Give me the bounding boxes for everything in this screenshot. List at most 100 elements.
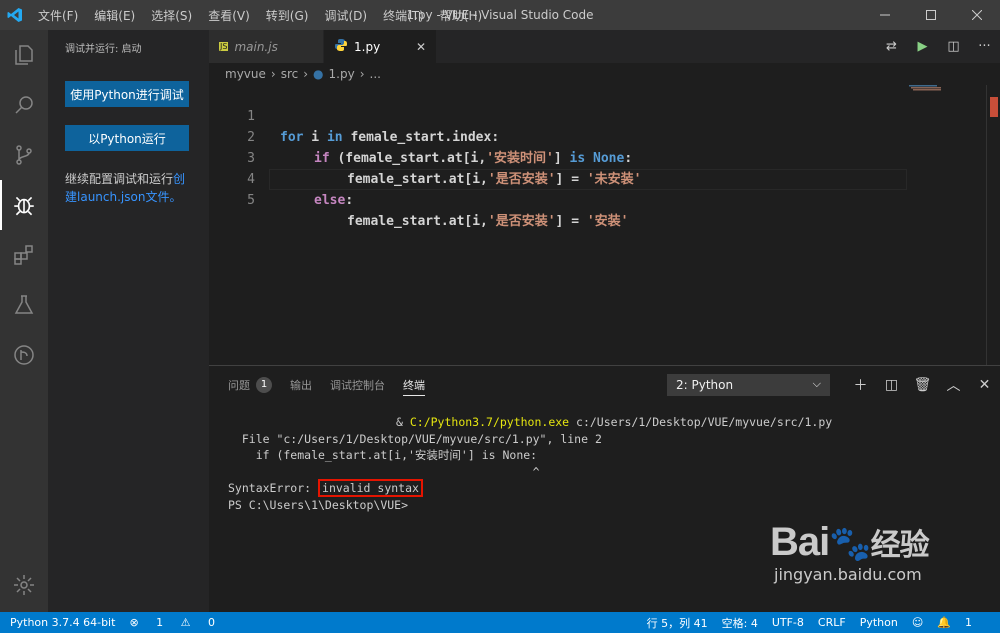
baidu-watermark: Bai🐾经验 jingyan.baidu.com	[770, 520, 985, 610]
line-number: 5	[247, 193, 255, 208]
close-tab-icon[interactable]: ✕	[416, 40, 426, 54]
chevron-right-icon: ›	[359, 67, 365, 81]
maximize-icon[interactable]	[908, 0, 954, 30]
activity-bar	[0, 30, 48, 612]
compare-changes-icon[interactable]: ⇄	[876, 39, 907, 54]
tab-output[interactable]: 输出	[290, 366, 312, 404]
editor-actions: ⇄ ▶ ◫ ···	[876, 30, 1000, 63]
create-launch-json-link-b[interactable]: 建launch.json文件。	[65, 190, 181, 204]
split-editor-icon[interactable]: ◫	[938, 39, 969, 54]
python-icon: ●	[313, 67, 324, 81]
tab-main-js[interactable]: JS main.js	[209, 30, 324, 63]
js-file-icon: JS	[219, 42, 229, 51]
terminal-select[interactable]: 2: Python ⌵	[667, 374, 830, 396]
scrollbar-error-marker	[990, 97, 998, 117]
split-terminal-icon[interactable]: ◫	[876, 377, 907, 393]
terminal-line: File "c:/Users/1/Desktop/VUE/myvue/src/1…	[228, 431, 602, 446]
python-icon	[334, 38, 348, 55]
new-terminal-icon[interactable]: ＋	[845, 375, 876, 395]
editor-scrollbar[interactable]	[986, 85, 1000, 365]
line-ending[interactable]: CRLF	[818, 616, 846, 629]
problems-status[interactable]: ⊗ 1 ⚠ 0	[129, 616, 229, 629]
notifications[interactable]: 🔔 1	[937, 616, 986, 629]
code-editor[interactable]: 1 for i in female_start.index: 2 if (fem…	[209, 85, 1000, 365]
terminal-prompt: PS C:\Users\1\Desktop\VUE>	[228, 497, 409, 512]
warning-icon: ⚠	[180, 616, 191, 629]
remote-icon[interactable]	[0, 330, 48, 380]
python-interpreter[interactable]: Python 3.7.4 64-bit	[10, 616, 115, 629]
code-line: 3 female_start.at[i,'是否安装'] = '未安装'	[209, 127, 1000, 187]
menu-selection[interactable]: 选择(S)	[143, 7, 200, 24]
sidebar-title: 调试并运行: 启动	[65, 44, 142, 55]
close-panel-icon[interactable]: ✕	[969, 377, 1000, 393]
more-actions-icon[interactable]: ···	[969, 39, 1000, 54]
error-highlight-box: invalid syntax	[318, 479, 423, 497]
chevron-right-icon: ›	[270, 67, 276, 81]
menu-go[interactable]: 转到(G)	[258, 7, 317, 24]
breadcrumb-item[interactable]: 1.py	[329, 67, 355, 81]
watermark-brand-cn: 经验	[870, 529, 930, 562]
close-window-icon[interactable]	[954, 0, 1000, 30]
breadcrumb-item[interactable]: src	[281, 67, 299, 81]
menu-bar: 文件(F) 编辑(E) 选择(S) 查看(V) 转到(G) 调试(D) 终端(T…	[30, 0, 490, 30]
terminal-line: if (female_start.at[i,'安装时间'] is None:	[228, 448, 538, 462]
minimize-icon[interactable]	[862, 0, 908, 30]
test-flask-icon[interactable]	[0, 280, 48, 330]
kill-terminal-icon[interactable]: 🗑	[907, 377, 938, 393]
encoding[interactable]: UTF-8	[772, 616, 804, 629]
chevron-right-icon: ›	[303, 67, 309, 81]
tab-terminal[interactable]: 终端	[403, 366, 425, 404]
explorer-icon[interactable]	[0, 30, 48, 80]
menu-edit[interactable]: 编辑(E)	[86, 7, 143, 24]
bell-icon: 🔔	[937, 616, 951, 629]
error-icon: ⊗	[129, 616, 139, 629]
debug-icon[interactable]	[0, 180, 48, 230]
create-launch-json-link-a[interactable]: 创	[173, 172, 185, 186]
menu-terminal[interactable]: 终端(T)	[375, 7, 432, 24]
breadcrumb-item[interactable]: ...	[370, 67, 381, 81]
tab-debug-console[interactable]: 调试控制台	[330, 366, 385, 404]
chevron-down-icon: ⌵	[812, 377, 821, 390]
run-file-icon[interactable]: ▶	[907, 39, 938, 54]
extensions-icon[interactable]	[0, 230, 48, 280]
terminal-line: ^	[228, 464, 540, 479]
debug-python-button[interactable]: 使用Python进行调试	[65, 81, 189, 107]
menu-view[interactable]: 查看(V)	[200, 7, 258, 24]
code-line: 4 else:	[209, 148, 1000, 208]
settings-gear-icon[interactable]	[0, 560, 48, 610]
code-line: 5 female_start.at[i,'是否安装'] = '安装'	[209, 169, 1000, 229]
paw-icon: 🐾	[829, 525, 871, 563]
breadcrumb-item[interactable]: myvue	[225, 67, 266, 81]
code-line: 2 if (female_start.at[i,'安装时间'] is None:	[209, 106, 1000, 166]
feedback-icon[interactable]: ☺	[912, 616, 923, 629]
panel-actions: ＋ ◫ 🗑 ︿ ✕	[845, 366, 1000, 404]
search-icon[interactable]	[0, 80, 48, 130]
menu-file[interactable]: 文件(F)	[30, 7, 86, 24]
code-line: 1 for i in female_start.index:	[209, 85, 1000, 145]
title-bar: 文件(F) 编辑(E) 选择(S) 查看(V) 转到(G) 调试(D) 终端(T…	[0, 0, 1000, 30]
indentation[interactable]: 空格: 4	[722, 615, 758, 631]
watermark-url: jingyan.baidu.com	[774, 565, 922, 584]
tab-label: main.js	[234, 39, 278, 54]
language-mode[interactable]: Python	[860, 616, 898, 629]
maximize-panel-icon[interactable]: ︿	[938, 375, 969, 395]
menu-help[interactable]: 帮助(H)	[432, 7, 490, 24]
terminal-output[interactable]: & C:/Python3.7/python.exe c:/Users/1/Des…	[228, 414, 988, 513]
terminal-command-line: & C:/Python3.7/python.exe c:/Users/1/Des…	[396, 415, 833, 429]
watermark-brand: Bai	[770, 520, 830, 564]
menu-debug[interactable]: 调试(D)	[316, 7, 375, 24]
run-python-button[interactable]: 以Python运行	[65, 125, 189, 151]
minimap[interactable]	[906, 85, 986, 365]
source-control-icon[interactable]	[0, 130, 48, 180]
window-controls	[862, 0, 1000, 30]
vscode-logo-icon	[0, 0, 30, 30]
tab-label: 1.py	[354, 39, 381, 54]
debug-sidebar: 调试并运行: 启动 使用Python进行调试 以Python运行 继续配置调试和…	[48, 30, 209, 612]
code-text: female_start.at[i,'是否安装'] = '安装'	[347, 214, 629, 229]
status-bar: Python 3.7.4 64-bit ⊗ 1 ⚠ 0 行 5，列 41 空格:…	[0, 612, 1000, 633]
tab-1-py[interactable]: 1.py ✕	[324, 30, 437, 63]
cursor-position[interactable]: 行 5，列 41	[647, 615, 708, 631]
breadcrumb: myvue › src › ● 1.py › ...	[209, 63, 386, 85]
config-hint-text: 继续配置调试和运行	[65, 172, 174, 186]
tab-problems[interactable]: 问题 1	[228, 366, 272, 404]
